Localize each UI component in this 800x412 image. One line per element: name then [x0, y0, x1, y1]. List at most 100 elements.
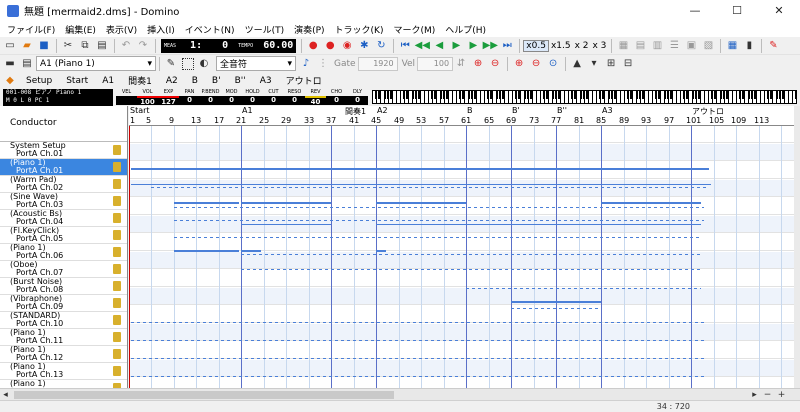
lane[interactable] [129, 288, 794, 305]
cc-hold[interactable]: HOLD 0 [242, 89, 263, 106]
track-row[interactable]: (Piano 1) PortA Ch.12 [0, 346, 127, 363]
speaker-icon[interactable] [113, 281, 121, 291]
mark-setup[interactable]: Setup [19, 73, 59, 89]
track-row[interactable]: (Warm Pad) PortA Ch.02 [0, 176, 127, 193]
speaker-icon[interactable] [113, 264, 121, 274]
rewind-icon[interactable]: ◀◀ [414, 38, 430, 54]
lane[interactable] [129, 324, 794, 341]
horizontal-scrollbar[interactable]: ◂ ▸ − + [0, 388, 800, 400]
speed-x15[interactable]: x1.5 [549, 41, 573, 51]
speaker-icon[interactable] [113, 298, 121, 308]
fast-forward-icon[interactable]: ▶▶ [482, 38, 498, 54]
speaker-icon[interactable] [113, 179, 121, 189]
speaker-icon[interactable] [113, 366, 121, 376]
grid-view-icon[interactable]: ▦ [615, 38, 631, 54]
menu-play[interactable]: 演奏(P) [289, 23, 329, 36]
cc-mod[interactable]: MOD 0 [221, 89, 242, 106]
zoom-out-v-icon[interactable]: ⊖ [528, 56, 544, 72]
record-step-icon[interactable]: ◉ [339, 38, 355, 54]
play-icon[interactable]: ▶ [448, 38, 464, 54]
track-row[interactable]: (Piano 1) PortA Ch.01 [0, 159, 127, 176]
speaker-icon[interactable] [113, 230, 121, 240]
mark-interlude1[interactable]: 間奏1 [121, 73, 159, 89]
zoom-in-v-icon[interactable]: ⊕ [511, 56, 527, 72]
mark-a1[interactable]: A1 [95, 73, 121, 89]
track-row[interactable]: (Fl.KeyClick) PortA Ch.05 [0, 227, 127, 244]
speed-x05[interactable]: x0.5 [523, 39, 549, 52]
zoom-out-h-icon[interactable]: ⊖ [487, 56, 503, 72]
redo-icon[interactable]: ↷ [135, 38, 151, 54]
song-overview-grid[interactable]: Start A1 間奏1 A2 B B' B'' A3 アウトロ 1 5 9 1… [129, 106, 794, 388]
lane[interactable] [129, 270, 794, 287]
cc-vol[interactable]: VOL 100 [137, 89, 158, 106]
track-row[interactable]: (Piano 1) PortA Ch.06 [0, 244, 127, 261]
vertical-scrollbar[interactable] [794, 106, 800, 388]
jump-icon[interactable]: ⊟ [620, 56, 636, 72]
menu-view[interactable]: 表示(V) [101, 23, 142, 36]
lane[interactable] [129, 180, 794, 197]
settings-tool-icon[interactable]: ✎ [765, 38, 781, 54]
keyboard-icon[interactable]: ▬ [2, 56, 18, 72]
cc-pan[interactable]: PAN 0 [179, 89, 200, 106]
track-row[interactable]: (Piano 1) PortA Ch.13 [0, 363, 127, 380]
goto-end-icon[interactable]: ⏭ [499, 38, 515, 54]
measure-ruler[interactable]: Start A1 間奏1 A2 B B' B'' A3 アウトロ 1 5 9 1… [129, 106, 794, 126]
menu-tools[interactable]: ツール(T) [240, 23, 290, 36]
mark-b-double-prime[interactable]: B'' [228, 73, 253, 89]
prev-icon[interactable]: ◀ [431, 38, 447, 54]
minimize-button[interactable]: — [674, 0, 716, 21]
speaker-icon[interactable] [113, 247, 121, 257]
lane[interactable] [129, 378, 794, 388]
speaker-icon[interactable] [113, 315, 121, 325]
stop-all-icon[interactable]: ✱ [356, 38, 372, 54]
cc-reso[interactable]: RESO 0 [284, 89, 305, 106]
next-icon[interactable]: ▶ [465, 38, 481, 54]
cursor-options-icon[interactable]: ▾ [586, 56, 602, 72]
cc-cut[interactable]: CUT 0 [263, 89, 284, 106]
new-file-icon[interactable]: ▭ [2, 38, 18, 54]
mark-b-prime[interactable]: B' [205, 73, 228, 89]
cc-exp[interactable]: EXP 127 [158, 89, 179, 106]
spin-icon[interactable]: ⇵ [453, 56, 469, 72]
pencil-icon[interactable]: ✎ [163, 56, 179, 72]
lane[interactable] [129, 360, 794, 377]
track-row[interactable]: (Burst Noise) PortA Ch.08 [0, 278, 127, 295]
close-button[interactable]: ✕ [758, 0, 800, 21]
menu-edit[interactable]: 編集(E) [60, 23, 101, 36]
goto-icon[interactable]: ⊞ [603, 56, 619, 72]
mark-outro[interactable]: アウトロ [279, 73, 329, 89]
stop-icon[interactable]: ● [305, 38, 321, 54]
speaker-icon[interactable] [113, 213, 121, 223]
menu-event[interactable]: イベント(N) [180, 23, 240, 36]
record-icon[interactable]: ● [322, 38, 338, 54]
speed-x3[interactable]: x 3 [591, 41, 609, 51]
menu-track[interactable]: トラック(K) [330, 23, 389, 36]
triplet-icon[interactable]: ⋮ [315, 56, 331, 72]
cc-dly[interactable]: DLY 0 [347, 89, 368, 106]
cursor-icon[interactable]: ▲ [569, 56, 585, 72]
list-view-icon[interactable]: ▤ [632, 38, 648, 54]
cc-cho[interactable]: CHO 0 [326, 89, 347, 106]
mark-a3[interactable]: A3 [253, 73, 279, 89]
mark-a2[interactable]: A2 [159, 73, 185, 89]
note-length-select[interactable]: 全音符 ▾ [216, 56, 296, 71]
cc-rev[interactable]: REV 40 [305, 89, 326, 106]
track-list-icon[interactable]: ▣ [683, 38, 699, 54]
speaker-icon[interactable] [113, 196, 121, 206]
gate-field[interactable]: 1920 [357, 56, 398, 71]
menu-help[interactable]: ヘルプ(H) [440, 23, 491, 36]
speed-x2[interactable]: x 2 [573, 41, 591, 51]
eraser-icon[interactable]: ◐ [196, 56, 212, 72]
track-select[interactable]: A1 (Piano 1) ▾ [36, 56, 156, 71]
track-row[interactable]: (Piano 1) [0, 380, 127, 388]
tempo-view-icon[interactable]: ▧ [700, 38, 716, 54]
speaker-icon[interactable] [113, 332, 121, 342]
open-folder-icon[interactable]: ▰ [19, 38, 35, 54]
lane[interactable] [129, 162, 794, 179]
menu-mark[interactable]: マーク(M) [388, 23, 440, 36]
menu-insert[interactable]: 挿入(I) [142, 23, 180, 36]
cc-pbend[interactable]: P.BEND 0 [200, 89, 221, 106]
paste-icon[interactable]: ▤ [94, 38, 110, 54]
note-icon[interactable]: ♪ [298, 56, 314, 72]
speaker-icon[interactable] [113, 349, 121, 359]
